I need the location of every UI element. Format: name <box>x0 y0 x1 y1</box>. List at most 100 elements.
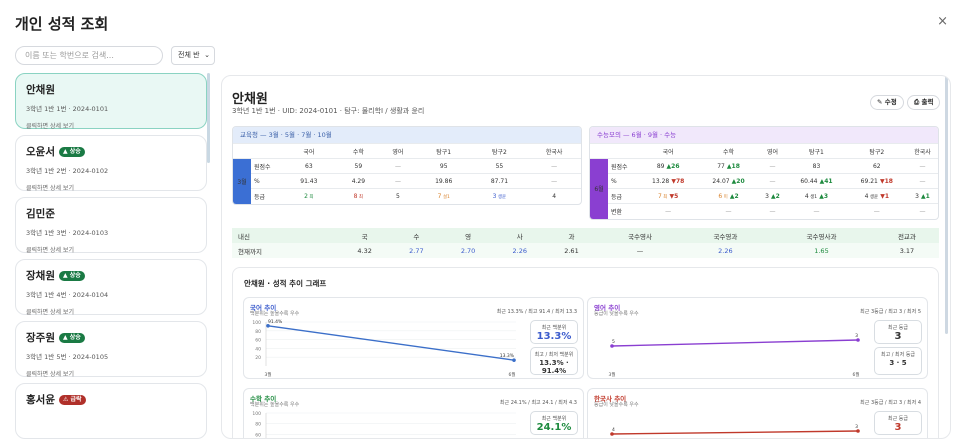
student-card[interactable]: 김민준 3학년 1반 3번 · 2024-0103 클릭하면 상세 보기 <box>15 197 207 254</box>
column-header <box>251 143 281 159</box>
student-list[interactable]: 안채원 3학년 1반 1번 · 2024-0101 클릭하면 상세 보기 오윤서 ▲ 상… <box>15 73 212 439</box>
stat-label: 최고 / 최저 등급 <box>880 352 916 358</box>
cell-value: — <box>551 162 558 170</box>
table-row: 현재까지 4.32 2.77 2.70 2.26 2.61—2.26 1.65 3.17 <box>232 243 939 258</box>
student-name: 안채원 <box>232 92 268 107</box>
table-cell: 4.32 <box>338 243 391 258</box>
cell-value: 55 <box>495 162 504 170</box>
month-label: 6월 <box>590 158 608 219</box>
cell-subject: 생윤 <box>496 194 507 200</box>
table-row: 등급 7 최 ▼5 6 미 ▲2 3 ▲2 4 생1 ▲3 4 생윤 ▼1 3 ▲1 <box>590 188 938 204</box>
table-cell: 8 최 <box>336 188 381 204</box>
student-card[interactable]: 장채원 ▲ 상승 3학년 1반 4번 · 2024-0104 클릭하면 상세 보기 <box>15 259 207 316</box>
table-cell: — <box>758 173 787 189</box>
student-card[interactable]: 오윤서 ▲ 상승 3학년 1반 2번 · 2024-0102 클릭하면 상세 보기 <box>15 135 207 192</box>
cell-delta: ▲1 <box>918 192 930 200</box>
student-card-name-text: 장채원 <box>26 270 55 282</box>
stat-value: 13.3% <box>536 331 572 342</box>
student-card-hint: 클릭하면 상세 보기 <box>26 185 74 192</box>
close-icon[interactable]: × <box>937 14 948 29</box>
column-header: 국어 <box>638 143 699 159</box>
chevron-down-icon: ⌄ <box>204 51 210 59</box>
edu-office-panel: 교육청 — 3월 · 5월 · 7월 · 10월 국어 수학 영어 탐구1 탐구2 한국사… <box>232 126 582 205</box>
table-cell: — <box>380 158 416 174</box>
table-cell: 6 미 ▲2 <box>698 188 759 204</box>
y-tick-label: 40 <box>255 346 261 352</box>
chart-plot: 100 80 60 <box>252 411 516 438</box>
x-tick-label: 6월 <box>852 371 859 378</box>
table-cell: 2 최 <box>281 188 337 204</box>
month-label: 3월 <box>233 158 251 204</box>
cell-delta: ▲26 <box>664 162 680 170</box>
x-tick-label: 3월 <box>608 371 615 378</box>
y-tick-label: 20 <box>255 355 261 361</box>
detail-scrollbar[interactable] <box>945 76 948 334</box>
table-cell: 24.07 ▲20 <box>698 173 759 189</box>
class-filter-select[interactable]: 전체 반 ⌄ <box>171 46 215 65</box>
column-header: 국수영사 <box>597 228 683 243</box>
table-cell: 2.77 <box>390 243 443 258</box>
cell-value: — <box>873 207 880 215</box>
cell-value: — <box>551 177 558 185</box>
column-header: 과 <box>545 228 598 243</box>
data-label: 3 <box>855 424 858 430</box>
table-cell: — <box>758 203 787 219</box>
table-cell: 2.26 <box>493 243 546 258</box>
cell-subject: 설1 <box>441 194 450 200</box>
student-card-name-text: 장주원 <box>26 332 55 344</box>
series-line <box>611 339 859 347</box>
status-badge: ▲ 상승 <box>58 146 85 157</box>
student-card[interactable]: 장주원 ▲ 상승 3학년 1반 5번 · 2024-0105 클릭하면 상세 보기 <box>15 321 207 378</box>
chart-plot: 43 <box>610 424 860 436</box>
edit-button[interactable]: ✎ 수정 <box>870 95 904 110</box>
stat-value: 3 · 5 <box>889 359 907 367</box>
student-card[interactable]: 안채원 3학년 1반 1번 · 2024-0101 클릭하면 상세 보기 <box>15 73 207 130</box>
stat-recent: 최근 등급 3 <box>874 320 922 344</box>
row-label: 등급 <box>251 188 281 204</box>
print-button[interactable]: ⎙ 출력 <box>907 95 941 110</box>
cell-value: 13.28 <box>652 177 670 185</box>
student-card[interactable]: 홍서윤 ⚠ 급락 <box>15 383 207 439</box>
column-header: 탐구1 <box>786 143 847 159</box>
chart-summary: 최근 24.1% / 최고 24.1 / 최저 4.3 <box>499 400 577 406</box>
cell-value: 59 <box>354 162 363 170</box>
row-label: 변환 <box>608 203 638 219</box>
cell-value: 4 <box>552 192 557 200</box>
cell-delta: ▲2 <box>768 192 780 200</box>
chart-subtitle: 등급이 낮을수록 우수 <box>594 311 639 317</box>
class-filter-value: 전체 반 <box>178 51 200 59</box>
student-card-name: 홍서윤 ⚠ 급락 <box>26 392 196 407</box>
student-list-scrollbar[interactable] <box>207 73 210 163</box>
chart-summary: 최근 3등급 / 최고 3 / 최저 5 <box>860 309 921 315</box>
table-cell: 5 <box>380 188 416 204</box>
row-label: 등급 <box>608 188 638 204</box>
cell-value: — <box>725 207 732 215</box>
student-card-meta: 3학년 1반 2번 · 2024-0102 <box>26 167 109 175</box>
trend-chart: 한국사 추이 등급이 낮을수록 우수 최근 3등급 / 최고 3 / 최저 443최… <box>587 388 928 438</box>
chart-section-title: 안채원 · 성적 추이 그래프 <box>244 279 327 288</box>
column-header <box>590 143 608 159</box>
table-cell: 13.28 ▼78 <box>638 173 699 189</box>
chart-subtitle: 등급이 낮을수록 우수 <box>594 402 639 408</box>
mock-score-table: 국어 수학 영어 탐구1 탐구2 한국사 6월 원점수 89 ▲26 77 ▲18—83 62—% 1… <box>590 143 938 219</box>
trend-chart: 영어 추이 등급이 낮을수록 우수 최근 3등급 / 최고 3 / 최저 5 5 3 3월… <box>587 297 928 379</box>
table-cell: — <box>597 243 683 258</box>
column-header <box>608 143 638 159</box>
table-cell: 87.71 <box>471 173 528 189</box>
cell-value: — <box>394 162 401 170</box>
column-header: 수 <box>390 228 443 243</box>
stat-range: 최고 / 최저 등급 3 · 5 <box>874 347 922 375</box>
student-card-meta: 3학년 1반 3번 · 2024-0103 <box>26 229 109 237</box>
cell-value: — <box>769 177 776 185</box>
column-header: 탐구2 <box>846 143 907 159</box>
table-cell: 19.86 <box>415 173 472 189</box>
cell-value: 87.71 <box>490 177 509 185</box>
row-label: % <box>608 173 638 189</box>
row-label: % <box>251 173 281 189</box>
column-header: 수학 <box>698 143 759 159</box>
stat-label: 최고 / 최저 백분위 <box>534 352 574 358</box>
cell-value: 63 <box>305 162 313 170</box>
search-input[interactable] <box>15 46 163 65</box>
series-line <box>611 430 859 435</box>
column-header: 영 <box>442 228 494 243</box>
